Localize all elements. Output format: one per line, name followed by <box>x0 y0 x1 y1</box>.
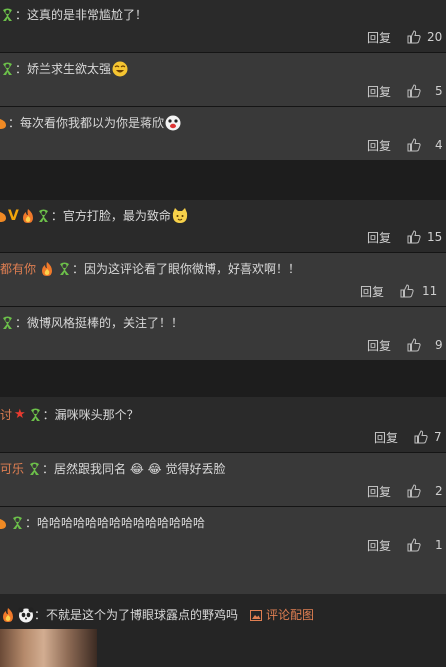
commenter-name[interactable]: 都有你 <box>0 259 36 279</box>
commenter-name[interactable]: 讨 <box>0 405 12 425</box>
comment-line: ：微博风格挺棒的，关注了！！ <box>0 313 183 333</box>
comment-actions: 回复 20 <box>367 28 442 46</box>
comment-actions: 回复 7 <box>374 428 442 446</box>
like-count: 7 <box>434 430 442 444</box>
like-count: 1 <box>435 538 443 552</box>
comment-text: ：因为这评论看了眼你微博，好喜欢啊！！ <box>72 262 301 276</box>
reply-button[interactable]: 回复 <box>367 137 391 154</box>
ribbon-badge-icon <box>30 408 40 421</box>
ribbon-badge-icon <box>3 62 12 75</box>
comment-item: ：哈哈哈哈哈哈哈哈哈哈哈哈哈哈 回复 1 <box>0 507 446 594</box>
thumbs-up-icon[interactable] <box>400 284 414 298</box>
reply-button[interactable]: 回复 <box>374 429 398 446</box>
comment-line: V ：官方打脸，最为致命 <box>0 206 188 226</box>
comment-text: ：居然跟我同名 😂 😂 觉得好丢脸 <box>42 462 226 476</box>
comment-item: ：这真的是非常尴尬了！ 回复 20 <box>0 0 446 53</box>
ribbon-badge-icon <box>3 8 12 21</box>
comment-text: ：漏咪咪头那个？ <box>42 408 139 422</box>
flame-badge-icon <box>3 608 13 622</box>
image-icon <box>250 609 263 621</box>
v-badge-icon: V <box>8 208 19 224</box>
panda-badge-icon <box>18 607 34 623</box>
ribbon-badge-icon <box>30 462 40 475</box>
ribbon-badge-icon <box>60 262 70 275</box>
like-count: 11 <box>422 284 438 298</box>
like-count: 4 <box>435 138 443 152</box>
thumbs-up-icon[interactable] <box>407 338 421 352</box>
comment-line: 都有你 ：因为这评论看了眼你微博，好喜欢啊！！ <box>0 259 300 279</box>
comment-item: 都有你 ：因为这评论看了眼你微博，好喜欢啊！！ 回复 11 <box>0 253 446 307</box>
thumbs-up-icon[interactable] <box>407 30 421 44</box>
section-gap <box>0 160 446 200</box>
flame-badge-icon <box>22 209 33 223</box>
comment-text: ：官方打脸，最为致命 <box>50 209 171 223</box>
comment-actions: 回复 2 <box>367 482 443 500</box>
comment-line: ：每次看你我都以为你是蒋欣 <box>0 113 181 133</box>
flame-badge-icon <box>42 262 53 276</box>
thumbs-up-icon[interactable] <box>407 230 421 244</box>
comment-text: ：哈哈哈哈哈哈哈哈哈哈哈哈哈哈 <box>25 516 206 530</box>
comment-image-link-label: 评论配图 <box>266 608 315 622</box>
comment-line: 讨 ★ ：漏咪咪头那个？ <box>0 405 139 425</box>
comment-line: ：哈哈哈哈哈哈哈哈哈哈哈哈哈哈 <box>0 513 205 533</box>
thumbs-up-icon[interactable] <box>407 484 421 498</box>
thumbs-up-icon[interactable] <box>407 84 421 98</box>
comment-item: ：微博风格挺棒的，关注了！！ 回复 9 <box>0 307 446 360</box>
section-gap <box>0 360 446 397</box>
ribbon-badge-icon <box>13 516 22 529</box>
comment-line: 可乐 ：居然跟我同名 😂 😂 觉得好丢脸 <box>0 459 226 479</box>
ribbon-badge-icon <box>38 209 48 222</box>
comment-text: ：每次看你我都以为你是蒋欣 <box>8 116 165 130</box>
reply-button[interactable]: 回复 <box>367 537 391 554</box>
reply-button[interactable]: 回复 <box>367 483 391 500</box>
star-badge-icon: ★ <box>14 407 26 422</box>
comment-text: ：这真的是非常尴尬了！ <box>15 8 148 22</box>
like-count: 15 <box>427 230 443 244</box>
thumbs-up-icon[interactable] <box>414 430 428 444</box>
comment-line: ：不就是这个为了博眼球露点的野鸡吗 评论配图 <box>0 605 314 625</box>
comment-actions: 回复 1 <box>367 536 443 554</box>
comment-text: ：微博风格挺棒的，关注了！！ <box>15 316 184 330</box>
comment-line: ：这真的是非常尴尬了！ <box>0 5 147 25</box>
reply-button[interactable]: 回复 <box>367 83 391 100</box>
like-count: 9 <box>435 338 443 352</box>
comment-actions: 回复 5 <box>367 82 443 100</box>
reply-button[interactable]: 回复 <box>367 229 391 246</box>
comment-text: ：娇兰求生欲太强 <box>15 62 112 76</box>
reply-button[interactable]: 回复 <box>367 337 391 354</box>
like-count: 20 <box>427 30 443 44</box>
comment-item: 可乐 ：居然跟我同名 😂 😂 觉得好丢脸 回复 2 <box>0 453 446 507</box>
like-count: 5 <box>435 84 443 98</box>
comment-image-thumbnail[interactable] <box>0 629 97 667</box>
like-count: 2 <box>435 484 443 498</box>
cat-face-emoji-icon <box>172 208 187 223</box>
comment-actions: 回复 4 <box>367 136 443 154</box>
flame-badge-icon <box>0 212 6 222</box>
comment-item: 讨 ★ ：漏咪咪头那个？ 回复 7 <box>0 397 446 453</box>
thumbs-up-icon[interactable] <box>407 538 421 552</box>
thumbs-up-icon[interactable] <box>407 138 421 152</box>
comment-item: ：每次看你我都以为你是蒋欣 回复 4 <box>0 107 446 160</box>
comment-actions: 回复 9 <box>367 336 443 354</box>
comment-item: ：娇兰求生欲太强 回复 5 <box>0 53 446 107</box>
flame-badge-icon <box>0 119 6 129</box>
commenter-name[interactable]: 可乐 <box>0 459 24 479</box>
comment-line: ：娇兰求生欲太强 <box>0 59 128 79</box>
reply-button[interactable]: 回复 <box>367 29 391 46</box>
flame-badge-icon <box>0 519 6 529</box>
comment-actions: 回复 15 <box>367 228 442 246</box>
comment-image-link[interactable]: 评论配图 <box>250 605 314 625</box>
reply-button[interactable]: 回复 <box>360 283 384 300</box>
comment-actions: 回复 11 <box>360 282 437 300</box>
ribbon-badge-icon <box>3 316 12 329</box>
funny-face-emoji-icon <box>165 115 181 131</box>
laughing-face-emoji-icon <box>112 61 128 77</box>
comment-text: ：不就是这个为了博眼球露点的野鸡吗 <box>34 608 239 622</box>
comment-item: V ：官方打脸，最为致命 回复 15 <box>0 200 446 253</box>
